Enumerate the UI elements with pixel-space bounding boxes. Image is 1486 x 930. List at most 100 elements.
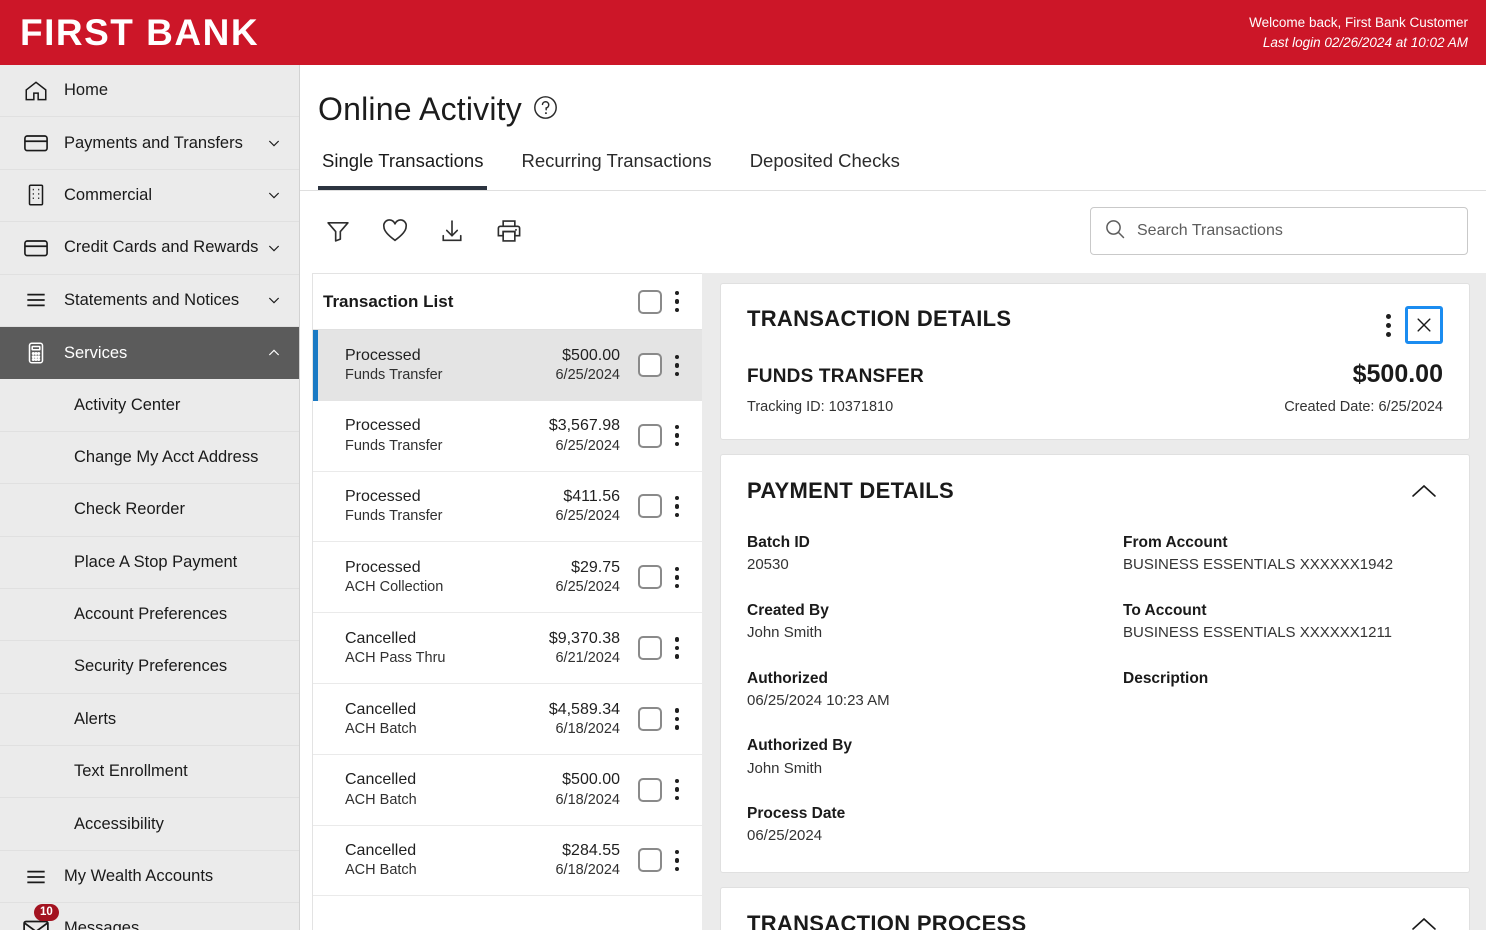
transaction-info: Processed Funds Transfer [318,345,555,386]
row-kebab-menu-icon[interactable] [662,330,692,401]
transaction-info: Processed Funds Transfer [318,415,549,456]
row-checkbox[interactable] [638,565,662,590]
row-checkbox[interactable] [638,423,662,448]
field-label: From Account [1123,534,1228,551]
table-row[interactable]: Processed ACH Collection $29.75 6/25/202… [313,542,702,614]
chevron-down-icon[interactable] [263,292,285,308]
transaction-type: ACH Batch [345,862,417,879]
row-checkbox[interactable] [638,494,662,519]
transaction-type: ACH Batch [345,791,417,808]
sidebar-subitem-label: Accessibility [74,814,164,833]
table-row[interactable]: Processed Funds Transfer $411.56 6/25/20… [313,471,702,543]
toolbar-icons [318,217,523,245]
tab-recurring-transactions[interactable]: Recurring Transactions [517,150,715,190]
list-lines-icon [16,287,56,313]
messages-unread-badge: 10 [34,903,59,922]
transaction-type: ACH Batch [345,720,417,737]
transaction-type: Funds Transfer [345,437,443,454]
print-icon[interactable] [495,217,523,245]
sidebar-subitem-label: Alerts [74,709,117,728]
tab-single-transactions[interactable]: Single Transactions [318,150,488,190]
page-title: Online Activity [318,91,522,127]
sidebar-subitem-alerts[interactable]: Alerts [0,693,299,747]
bank-logo[interactable]: FIRST BANK [20,14,259,51]
transaction-date: 6/18/2024 [555,720,620,737]
row-checkbox[interactable] [638,353,662,378]
sidebar-item-messages[interactable]: 10 Messages [0,903,299,930]
row-kebab-menu-icon[interactable] [662,401,692,471]
table-row[interactable]: Processed Funds Transfer $500.00 6/25/20… [313,330,702,401]
field-created-by: Created By John Smith [747,599,1095,645]
table-row[interactable]: Cancelled ACH Pass Thru $9,370.38 6/21/2… [313,613,702,684]
sidebar-subitem-security-preferences[interactable]: Security Preferences [0,641,299,694]
row-checkbox[interactable] [638,848,662,873]
field-from-account: From Account BUSINESS ESSENTIALS XXXXXX1… [1123,531,1443,577]
filter-icon[interactable] [324,217,352,245]
row-kebab-menu-icon[interactable] [662,826,692,896]
payment-details-card: PAYMENT DETAILS Batch ID 20530 Created B… [720,454,1470,873]
transaction-status: Processed [345,347,421,365]
transaction-amount: $500.00 [562,347,620,365]
transaction-amount: $4,589.34 [548,700,620,718]
sidebar-subitem-change-my-acct-address[interactable]: Change My Acct Address [0,431,299,485]
kebab-menu-icon[interactable] [1378,313,1399,337]
transaction-status: Processed [345,417,421,435]
sidebar-subitem-accessibility[interactable]: Accessibility [0,798,299,851]
building-icon [16,182,56,208]
field-label: Authorized [747,669,828,687]
transaction-date: 6/18/2024 [555,791,620,808]
row-kebab-menu-icon[interactable] [662,542,692,612]
sidebar-subitem-text-enrollment[interactable]: Text Enrollment [0,746,299,799]
toolbar [300,191,1486,273]
list-kebab-menu-icon[interactable] [662,274,692,329]
page-header: Online Activity [300,65,1486,128]
heart-icon[interactable] [381,217,409,245]
row-kebab-menu-icon[interactable] [662,613,692,683]
sidebar-item-services[interactable]: Services [0,326,299,380]
row-checkbox[interactable] [638,706,662,731]
download-icon[interactable] [438,217,466,245]
search-input[interactable] [1127,222,1455,240]
details-title: TRANSACTION DETAILS [747,306,1012,331]
row-checkbox[interactable] [638,777,662,802]
search-transactions-box[interactable] [1090,207,1468,255]
row-checkbox[interactable] [638,636,662,661]
sidebar-subitem-check-reorder[interactable]: Check Reorder [0,484,299,537]
chevron-up-icon[interactable] [1405,477,1443,505]
field-value: BUSINESS ESSENTIALS XXXXXX1942 [1123,556,1394,574]
sidebar-item-payments-and-transfers[interactable]: Payments and Transfers [0,117,299,170]
sidebar-item-commercial[interactable]: Commercial [0,170,299,223]
transaction-info: Cancelled ACH Batch [318,840,555,881]
transaction-list-title: Transaction List [323,291,454,311]
chevron-down-icon[interactable] [263,240,285,256]
sidebar-item-label: Home [64,81,109,100]
sidebar-subitem-activity-center[interactable]: Activity Center [0,379,299,432]
tab-deposited-checks[interactable]: Deposited Checks [746,150,904,190]
field-label: Created By [747,601,829,619]
table-row[interactable]: Processed Funds Transfer $3,567.98 6/25/… [313,400,702,472]
close-icon[interactable] [1405,306,1443,344]
table-row[interactable]: Cancelled ACH Batch $500.00 6/18/2024 [313,754,702,826]
list-lines-icon [16,864,56,890]
chevron-down-icon[interactable] [263,135,285,151]
table-row[interactable]: Cancelled ACH Batch $284.55 6/18/2024 [313,825,702,897]
select-all-checkbox[interactable] [638,289,662,314]
sidebar-item-statements-and-notices[interactable]: Statements and Notices [0,275,299,327]
sidebar-item-home[interactable]: Home [0,65,299,118]
sidebar-subitem-label: Check Reorder [74,500,185,519]
row-kebab-menu-icon[interactable] [662,755,692,825]
chevron-up-icon[interactable] [263,345,285,361]
table-row[interactable]: Cancelled ACH Batch $4,589.34 6/18/2024 [313,683,702,755]
sidebar-item-my-wealth-accounts[interactable]: My Wealth Accounts [0,851,299,904]
row-kebab-menu-icon[interactable] [662,684,692,754]
help-circle-icon[interactable] [532,94,559,126]
sidebar-nav: Home Payments and Transfers Commercial C… [0,65,300,930]
chevron-down-icon[interactable] [263,187,285,203]
sidebar-item-credit-cards-and-rewards[interactable]: Credit Cards and Rewards [0,222,299,275]
sidebar-subitem-account-preferences[interactable]: Account Preferences [0,588,299,642]
sidebar-subitem-place-a-stop-payment[interactable]: Place A Stop Payment [0,536,299,589]
transaction-type: ACH Pass Thru [345,650,446,667]
tab-bar: Single Transactions Recurring Transactio… [300,128,1486,191]
chevron-up-icon[interactable] [1405,910,1443,930]
row-kebab-menu-icon[interactable] [662,472,692,542]
